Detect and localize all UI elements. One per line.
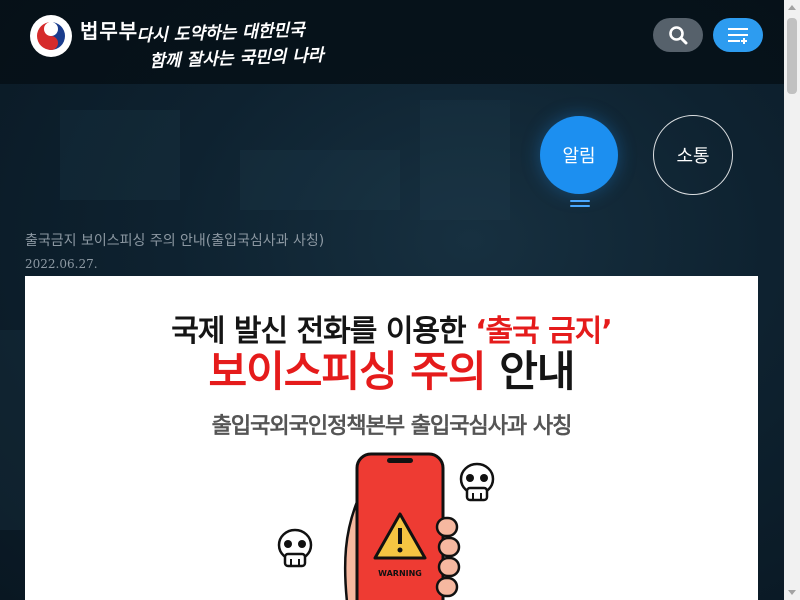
tab-communication[interactable]: 소통 [653, 115, 733, 195]
taegeuk-emblem-icon [30, 15, 72, 57]
poster-illustration: WARNING [277, 452, 495, 600]
poster-image[interactable]: 국제 발신 전화를 이용한 ‘출국 금지’ 보이스피싱 주의 안내 출입국외국인… [25, 276, 758, 600]
search-icon [669, 26, 688, 45]
poster-subheading: 출입국외국인정책본부 출입국심사과 사칭 [211, 414, 573, 439]
poster-headline-2-dark: 안내 [499, 347, 575, 396]
phone-icon: WARNING [355, 452, 445, 600]
menu-button[interactable] [713, 18, 763, 52]
active-tab-indicator [570, 200, 590, 208]
poster-headline-2: 보이스피싱 주의 안내 [25, 338, 758, 399]
scrollbar-thumb[interactable] [787, 18, 797, 94]
menu-plus-icon [728, 28, 748, 44]
background-block [420, 100, 510, 220]
tab-notice[interactable]: 알림 [540, 116, 618, 194]
article-date: 2022.06.27. [25, 257, 98, 271]
scroll-up-arrow-icon[interactable] [788, 5, 796, 10]
poster-headline-2-red: 보이스피싱 주의 [208, 347, 486, 396]
slogan: 다시 도약하는 대한민국 함께 잘사는 국민의 나라 [136, 17, 324, 75]
skull-icon [277, 528, 313, 568]
article-title[interactable]: 출국금지 보이스피싱 주의 안내(출입국심사과 사칭) [25, 230, 324, 250]
search-button[interactable] [653, 18, 703, 52]
warning-label: WARNING [378, 569, 422, 578]
site-logo[interactable]: 법무부 [30, 15, 138, 57]
ministry-name: 법무부 [80, 18, 139, 43]
background-block [240, 150, 400, 210]
background-block [60, 110, 180, 200]
skull-icon [459, 462, 495, 502]
scroll-down-arrow-icon[interactable] [788, 590, 796, 595]
page-scrollbar[interactable] [784, 0, 800, 600]
